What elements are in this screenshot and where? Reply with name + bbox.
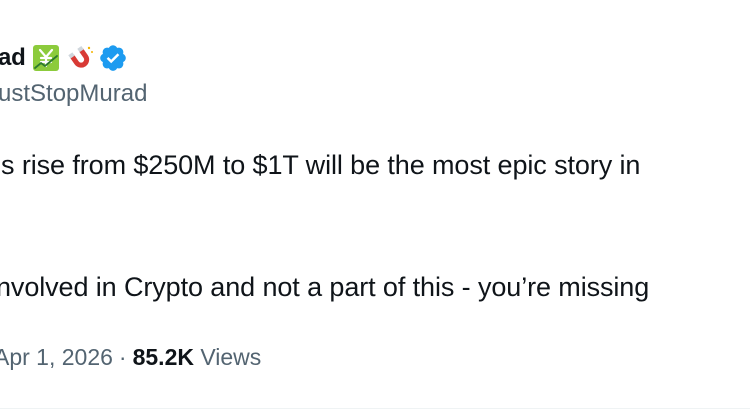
tweet-meta: Apr 1, 2026 · 85.2K Views bbox=[0, 344, 261, 371]
tweet-date[interactable]: Apr 1, 2026 bbox=[0, 344, 113, 370]
tweet: ad ustStopMurad 's rise from $250M to $1… bbox=[0, 0, 750, 412]
author-display-name[interactable]: ad bbox=[0, 44, 26, 72]
views-count: 85.2K bbox=[132, 344, 194, 370]
divider bbox=[0, 408, 750, 409]
tweet-text-line-2: nvolved in Crypto and not a part of this… bbox=[0, 272, 650, 302]
meta-separator: · bbox=[118, 344, 127, 370]
chart-with-upwards-trend-yen-icon bbox=[32, 44, 60, 72]
tweet-text-line-1: 's rise from $250M to $1T will be the mo… bbox=[0, 150, 641, 180]
author-handle[interactable]: ustStopMurad bbox=[0, 80, 147, 108]
views-label: Views bbox=[200, 344, 262, 370]
author-name-row[interactable]: ad bbox=[0, 40, 128, 76]
magnet-icon bbox=[66, 44, 94, 72]
verified-badge-icon[interactable] bbox=[98, 43, 128, 73]
